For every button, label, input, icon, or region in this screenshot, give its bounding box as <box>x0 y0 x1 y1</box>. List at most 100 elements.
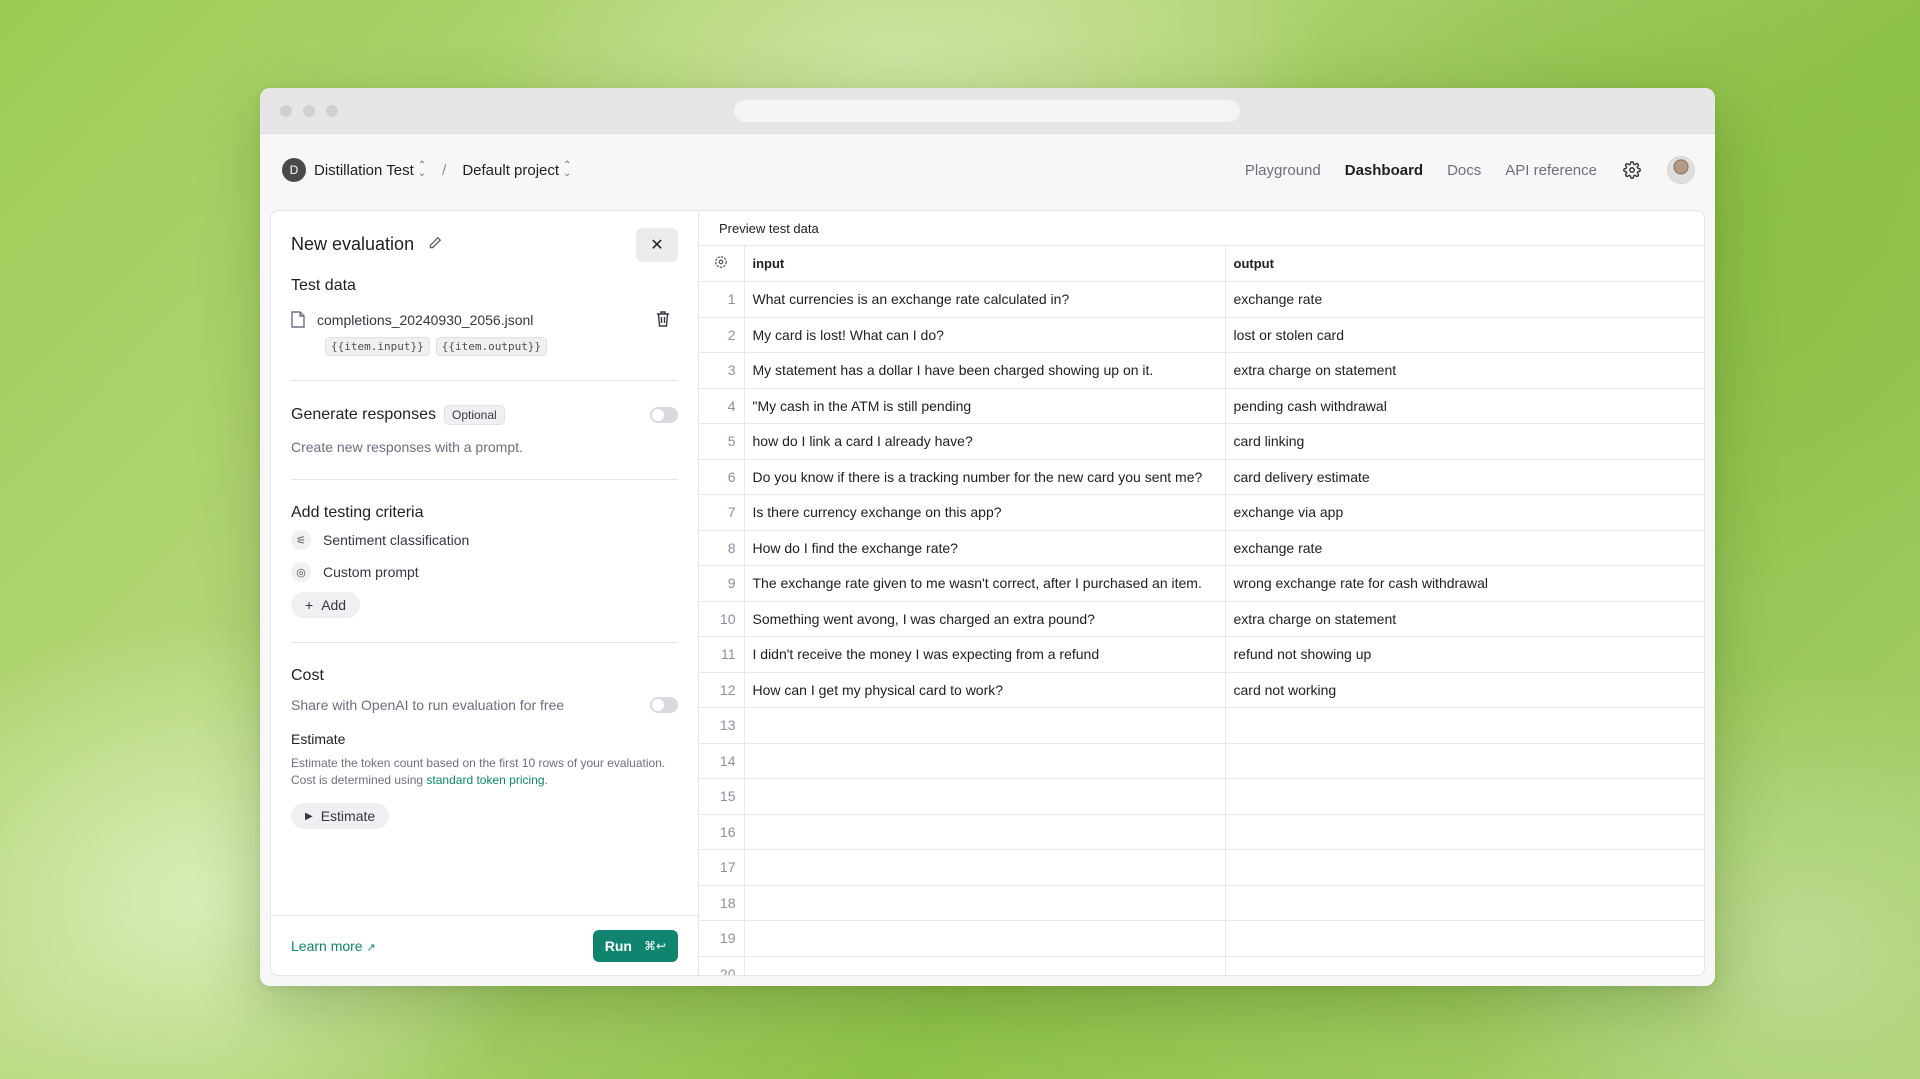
test-data-file: completions_20240930_2056.jsonl <box>291 311 678 329</box>
cell-input <box>744 778 1226 815</box>
cell-output: exchange via app <box>1225 494 1704 531</box>
sentiment-icon: ⚟ <box>291 530 311 550</box>
close-button[interactable]: ✕ <box>636 228 678 262</box>
generate-title: Generate responses <box>291 406 436 423</box>
cell-output: wrong exchange rate for cash withdrawal <box>1225 565 1704 602</box>
estimate-button[interactable]: ▶ Estimate <box>291 803 390 829</box>
table-row[interactable]: 1 What currencies is an exchange rate cal… <box>699 281 1704 318</box>
window-controls <box>280 105 338 117</box>
table-row[interactable]: 5 how do I link a card I already have? car… <box>699 423 1704 460</box>
user-avatar[interactable] <box>1667 156 1695 184</box>
play-icon: ▶ <box>305 810 313 822</box>
row-number: 1 <box>699 281 745 318</box>
nav-api-reference[interactable]: API reference <box>1505 162 1597 179</box>
column-header-input[interactable]: input <box>744 245 1226 282</box>
chevron-updown-icon: ⌃ ⌄ <box>417 160 427 179</box>
panel-header: New evaluation ✕ <box>291 211 678 277</box>
cell-output: pending cash withdrawal <box>1225 388 1704 424</box>
row-number: 5 <box>699 423 745 460</box>
address-bar[interactable] <box>734 100 1240 122</box>
cell-input <box>744 849 1226 886</box>
nav-dashboard[interactable]: Dashboard <box>1345 162 1423 179</box>
table-row[interactable]: 19 <box>699 920 1704 957</box>
table-row[interactable]: 6 Do you know if there is a tracking numb… <box>699 459 1704 495</box>
table-row[interactable]: 2 My card is lost! What can I do? lost or … <box>699 317 1704 353</box>
estimate-desc-prefix: Cost is determined using <box>291 773 424 787</box>
table-row[interactable]: 13 <box>699 707 1704 744</box>
learn-more-label: Learn more <box>291 937 363 954</box>
close-window-button[interactable] <box>280 105 292 117</box>
nav-docs[interactable]: Docs <box>1447 162 1481 179</box>
generate-responses-toggle[interactable] <box>650 407 678 423</box>
table-body: 1 What currencies is an exchange rate cal… <box>699 281 1704 975</box>
cell-input: Something went avong, I was charged an e… <box>744 601 1226 637</box>
cell-input: I didn't receive the money I was expecti… <box>744 636 1226 673</box>
criteria-item-sentiment[interactable]: ⚟ Sentiment classification <box>291 530 678 550</box>
org-switcher[interactable]: Distillation Test ⌃ ⌄ <box>314 160 427 179</box>
token-pricing-link[interactable]: standard token pricing <box>426 773 544 787</box>
row-number: 14 <box>699 743 745 779</box>
table-row[interactable]: 20 <box>699 956 1704 975</box>
table-row[interactable]: 7 Is there currency exchange on this app?… <box>699 494 1704 531</box>
row-number: 4 <box>699 388 745 424</box>
cell-output <box>1225 956 1704 975</box>
table-row[interactable]: 12 How can I get my physical card to work… <box>699 672 1704 708</box>
table-row[interactable]: 8 How do I find the exchange rate? exchang… <box>699 530 1704 566</box>
row-number: 17 <box>699 849 745 886</box>
panel-footer: Learn more ↗ Run ⌘↩ <box>271 915 698 975</box>
maximize-window-button[interactable] <box>326 105 338 117</box>
cell-input <box>744 743 1226 779</box>
file-icon <box>291 311 307 329</box>
row-number: 8 <box>699 530 745 566</box>
breadcrumb-separator: / <box>442 161 447 179</box>
table-row[interactable]: 9 The exchange rate given to me wasn't co… <box>699 565 1704 602</box>
pencil-icon[interactable] <box>428 236 442 253</box>
cell-output: card delivery estimate <box>1225 459 1704 495</box>
estimate-title: Estimate <box>291 731 346 747</box>
column-header-output[interactable]: output <box>1225 245 1704 282</box>
share-openai-toggle[interactable] <box>650 697 678 713</box>
minimize-window-button[interactable] <box>303 105 315 117</box>
nav-playground[interactable]: Playground <box>1245 162 1321 179</box>
add-label: Add <box>321 597 347 613</box>
table-row[interactable]: 14 <box>699 743 1704 779</box>
table-row[interactable]: 3 My statement has a dollar I have been c… <box>699 352 1704 389</box>
table-row[interactable]: 10 Something went avong, I was charged an… <box>699 601 1704 637</box>
shortcut-hint: ⌘↩ <box>643 938 666 953</box>
row-number: 2 <box>699 317 745 353</box>
row-number: 7 <box>699 494 745 531</box>
criteria-title: Add testing criteria <box>291 504 424 521</box>
browser-titlebar <box>260 88 1715 134</box>
row-number: 15 <box>699 778 745 815</box>
table-row[interactable]: 16 <box>699 814 1704 850</box>
cell-output: exchange rate <box>1225 281 1704 318</box>
add-criteria-button[interactable]: + Add <box>291 592 361 618</box>
cell-output <box>1225 814 1704 850</box>
table-settings-icon[interactable] <box>699 245 745 282</box>
estimate-desc: Estimate the token count based on the fi… <box>291 755 678 789</box>
cell-input: How can I get my physical card to work? <box>744 672 1226 708</box>
run-button[interactable]: Run ⌘↩ <box>592 929 678 962</box>
criteria-item-custom-prompt[interactable]: ◎ Custom prompt <box>291 562 678 582</box>
breadcrumb: D Distillation Test ⌃ ⌄ / Default project… <box>282 158 571 182</box>
cell-input: How do I find the exchange rate? <box>744 530 1226 566</box>
row-number: 6 <box>699 459 745 495</box>
table-row[interactable]: 18 <box>699 885 1704 921</box>
prompt-icon: ◎ <box>291 562 311 582</box>
gear-icon[interactable] <box>1621 159 1643 181</box>
cell-output <box>1225 778 1704 815</box>
trash-icon[interactable] <box>656 311 670 330</box>
cell-input <box>744 885 1226 921</box>
cost-title: Cost <box>291 667 324 684</box>
criteria-label: Sentiment classification <box>323 532 470 548</box>
learn-more-link[interactable]: Learn more ↗ <box>291 938 376 954</box>
org-name: Distillation Test <box>314 161 414 179</box>
period: . <box>544 773 548 787</box>
table-row[interactable]: 17 <box>699 849 1704 886</box>
table-row[interactable]: 15 <box>699 778 1704 815</box>
project-switcher[interactable]: Default project ⌃ ⌄ <box>462 161 571 179</box>
row-number: 10 <box>699 601 745 637</box>
table-row[interactable]: 11 I didn't receive the money I was expec… <box>699 636 1704 673</box>
table-row[interactable]: 4 "My cash in the ATM is still pending pen… <box>699 388 1704 424</box>
cell-output <box>1225 920 1704 957</box>
